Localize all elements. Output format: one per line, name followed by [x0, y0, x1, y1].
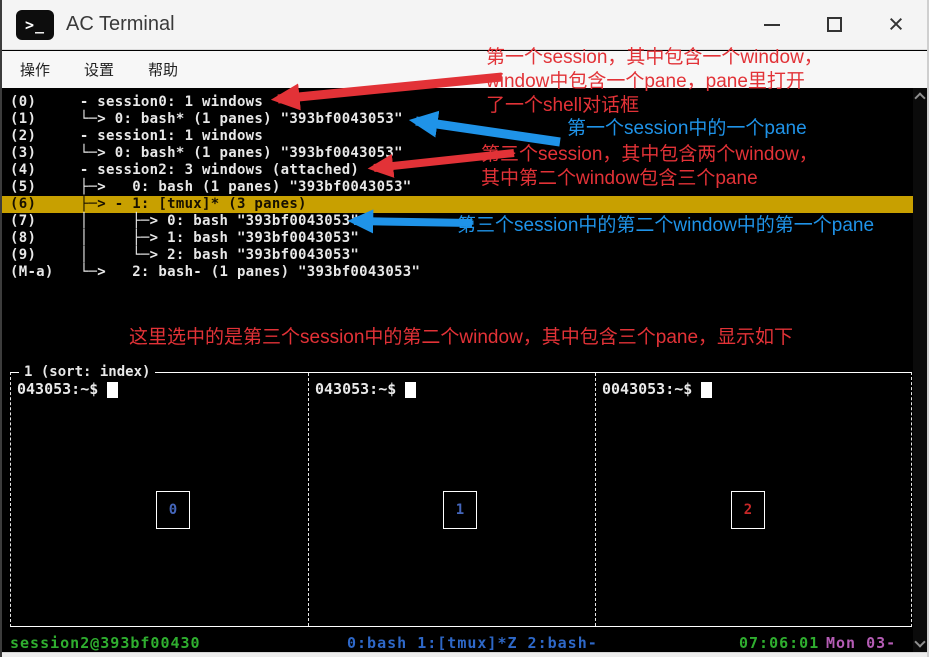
tmux-tree-line[interactable]: (0) - session0: 1 windows: [2, 94, 913, 111]
maximize-button[interactable]: [803, 0, 865, 49]
pane-separator: [308, 373, 309, 626]
tmux-tree-line[interactable]: (4) - session2: 3 windows (attached): [2, 162, 913, 179]
status-clock: 07:06:01: [739, 634, 820, 652]
window-preview-box: 1 (sort: index) 043053:~$ 043053:~$ 0043…: [10, 364, 912, 627]
tmux-statusbar: session2@393bf00430 0:bash 1:[tmux]*Z 2:…: [2, 634, 913, 657]
annotation-selected-window: 这里选中的是第三个session中的第二个window，其中包含三个pane，显…: [129, 327, 794, 348]
tmux-choose-tree: (0) - session0: 1 windows (1) └─> 0: bas…: [2, 94, 913, 281]
status-window-list: 0:bash 1:[tmux]*Z 2:bash-: [347, 634, 598, 652]
pane-2-prompt-text: 0043053:~$: [602, 380, 693, 398]
terminal-screen[interactable]: (0) - session0: 1 windows (1) └─> 0: bas…: [2, 88, 927, 657]
pane-2-prompt: 0043053:~$: [602, 380, 713, 398]
minimize-icon: [764, 23, 780, 26]
pane-number-1: 1: [443, 491, 477, 529]
tmux-tree-line[interactable]: (1) └─> 0: bash* (1 panes) "393bf0043053…: [2, 111, 913, 128]
pane-0-prompt: 043053:~$: [17, 380, 119, 398]
pane-1-prompt-text: 043053:~$: [315, 380, 397, 398]
pane-1-prompt: 043053:~$: [315, 380, 417, 398]
pane-number-2: 2: [731, 491, 765, 529]
tmux-tree-line[interactable]: (7) │ ├─> 0: bash "393bf0043053": [2, 213, 913, 230]
menu-item-help[interactable]: 帮助: [148, 59, 178, 80]
titlebar: >_ AC Terminal ×: [2, 0, 927, 50]
app-window: >_ AC Terminal × 操作 设置 帮助 (0) - session0…: [0, 0, 929, 657]
scrollbar[interactable]: [913, 88, 927, 652]
tmux-tree-line[interactable]: (M-a) └─> 2: bash- (1 panes) "393bf00430…: [2, 264, 913, 281]
pane-1-cursor: [405, 381, 417, 398]
pane-separator: [595, 373, 596, 626]
tmux-tree-line[interactable]: (9) │ └─> 2: bash "393bf0043053": [2, 247, 913, 264]
tmux-tree-line-selected[interactable]: (6) ├─> - 1: [tmux]* (3 panes): [2, 196, 913, 213]
pane-0-prompt-text: 043053:~$: [17, 380, 99, 398]
pane-number-0: 0: [156, 491, 190, 529]
status-session-name: session2@393bf00430: [10, 634, 201, 652]
window-bottom-frame: [2, 652, 927, 657]
terminal-app-icon: >_: [16, 9, 54, 40]
close-button[interactable]: ×: [865, 0, 927, 49]
tmux-tree-line[interactable]: (2) - session1: 1 windows: [2, 128, 913, 145]
menubar: 操作 设置 帮助: [2, 51, 927, 88]
window-controls: ×: [741, 0, 927, 49]
minimize-button[interactable]: [741, 0, 803, 49]
preview-title: 1 (sort: index): [19, 364, 156, 380]
close-icon: ×: [888, 9, 904, 39]
window-title: AC Terminal: [66, 13, 175, 35]
tmux-tree-line[interactable]: (8) │ ├─> 1: bash "393bf0043053": [2, 230, 913, 247]
maximize-icon: [826, 17, 842, 32]
tmux-tree-line[interactable]: (5) ├─> 0: bash (1 panes) "393bf0043053": [2, 179, 913, 196]
scroll-up-icon[interactable]: [914, 92, 926, 104]
tmux-tree-line[interactable]: (3) └─> 0: bash* (1 panes) "393bf0043053…: [2, 145, 913, 162]
pane-2-cursor: [701, 381, 713, 398]
pane-0-cursor: [107, 381, 119, 398]
menu-item-settings[interactable]: 设置: [84, 59, 114, 80]
menu-item-operation[interactable]: 操作: [20, 59, 50, 80]
scroll-down-icon[interactable]: [914, 636, 926, 648]
